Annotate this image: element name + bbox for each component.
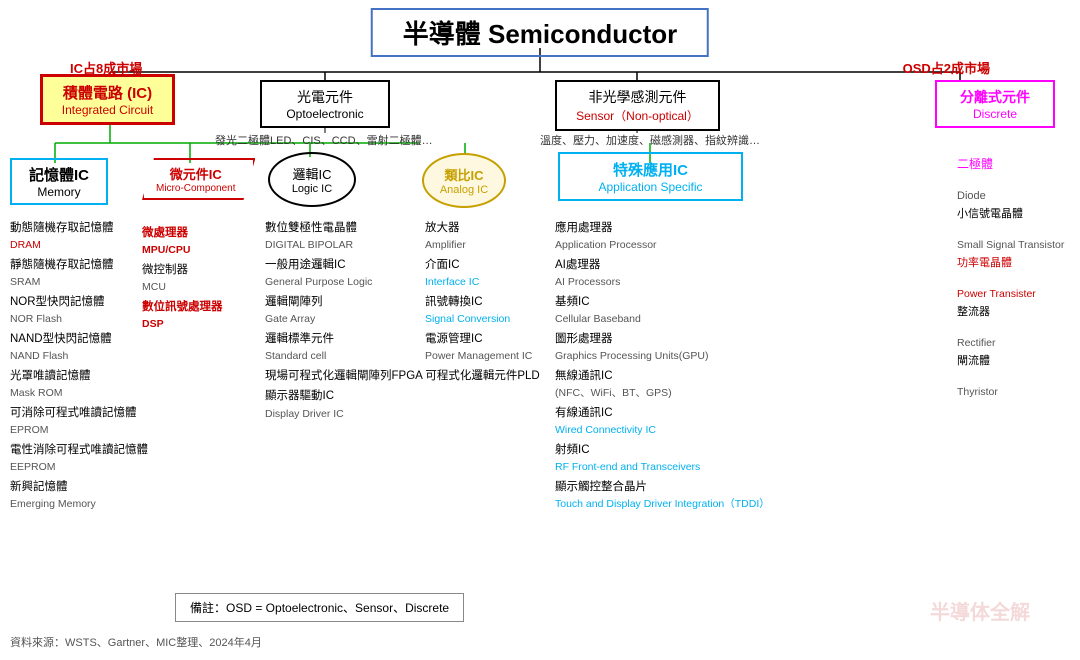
list-item: 顯示觸控整合晶片 Touch and Display Driver Integr…: [555, 479, 770, 513]
list-item: 功率電晶體 Power Transister: [957, 254, 1072, 300]
box-ic: 積體電路 (IC) Integrated Circuit: [40, 74, 175, 125]
market-label-right: OSD占2成市場: [903, 58, 990, 77]
list-item: AI處理器 AI Processors: [555, 257, 770, 291]
note-box: 備註：OSD = Optoelectronic、Sensor、Discrete: [175, 593, 464, 622]
list-item: 圖形處理器 Graphics Processing Units(GPU): [555, 331, 770, 365]
list-item: 介面IC Interface IC: [425, 257, 545, 291]
source-text: 資料來源：WSTS、Gartner、MIC整理、2024年4月: [10, 634, 262, 650]
box-appspec: 特殊應用IC Application Specific: [558, 152, 743, 201]
list-item: 動態隨機存取記憶體 DRAM: [10, 220, 148, 254]
box-memory: 記憶體IC Memory: [10, 158, 108, 205]
list-item: 二極體 Diode: [957, 155, 1072, 202]
list-item: 新興記憶體 Emerging Memory: [10, 479, 148, 513]
list-item: 數位訊號處理器 DSP: [142, 299, 247, 333]
list-item: 放大器 Amplifier: [425, 220, 545, 254]
memory-column: 動態隨機存取記憶體 DRAM 靜態隨機存取記憶體 SRAM NOR型快閃記憶體 …: [10, 220, 148, 516]
subnote-opto: 發光二極體LED、CIS、CCD、雷射二極體…: [215, 132, 433, 148]
page-title: 半導體 Semiconductor: [371, 8, 709, 57]
list-item: 訊號轉換IC Signal Conversion: [425, 294, 545, 328]
analog-column: 放大器 Amplifier 介面IC Interface IC 訊號轉換IC S…: [425, 220, 545, 368]
list-item: 顯示器驅動IC Display Driver IC: [265, 388, 540, 422]
box-micro: 微元件IC Micro-Component: [142, 158, 255, 200]
list-item: 基頻IC Cellular Baseband: [555, 294, 770, 328]
discrete-column: 二極體 Diode 小信號電晶體 Small Signal Transistor…: [957, 155, 1072, 401]
list-item: 可消除可程式唯讀記憶體 EPROM: [10, 405, 148, 439]
subnote-sensor: 溫度、壓力、加速度、磁感測器、指紋辨識…: [540, 132, 760, 148]
box-logic: 邏輯IC Logic IC: [268, 152, 356, 207]
list-item: 應用處理器 Application Processor: [555, 220, 770, 254]
appspec-column: 應用處理器 Application Processor AI處理器 AI Pro…: [555, 220, 770, 516]
box-sensor: 非光學感測元件 Sensor（Non-optical）: [555, 80, 720, 131]
watermark: 半導体全解: [930, 596, 1030, 625]
list-item: 光罩唯讀記憶體 Mask ROM: [10, 368, 148, 402]
list-item: 現場可程式化邏輯閘陣列FPGA 可程式化邏輯元件PLD: [265, 368, 540, 385]
box-analog: 類比IC Analog IC: [422, 153, 506, 208]
list-item: NAND型快閃記憶體 NAND Flash: [10, 331, 148, 365]
list-item: 電性消除可程式唯讀記憶體 EEPROM: [10, 442, 148, 476]
box-discrete: 分離式元件 Discrete: [935, 80, 1055, 128]
list-item: 閘流體 Thyristor: [957, 352, 1072, 398]
list-item: 電源管理IC Power Management IC: [425, 331, 545, 365]
list-item: 靜態隨機存取記憶體 SRAM: [10, 257, 148, 291]
list-item: 無線通訊IC (NFC、WiFi、BT、GPS): [555, 368, 770, 402]
box-opto: 光電元件 Optoelectronic: [260, 80, 390, 128]
list-item: NOR型快閃記憶體 NOR Flash: [10, 294, 148, 328]
list-item: 整流器 Rectifier: [957, 303, 1072, 349]
list-item: 小信號電晶體 Small Signal Transistor: [957, 205, 1072, 251]
list-item: 微處理器 MPU/CPU: [142, 225, 247, 259]
list-item: 微控制器 MCU: [142, 262, 247, 296]
micro-column: 微處理器 MPU/CPU 微控制器 MCU 數位訊號處理器 DSP: [142, 225, 247, 336]
page: 半導體 Semiconductor IC占8成市場 OSD占2成市場 積體電路 …: [0, 0, 1080, 660]
list-item: 有線通訊IC Wired Connectivity IC: [555, 405, 770, 439]
list-item: 射頻IC RF Front-end and Transceivers: [555, 442, 770, 476]
